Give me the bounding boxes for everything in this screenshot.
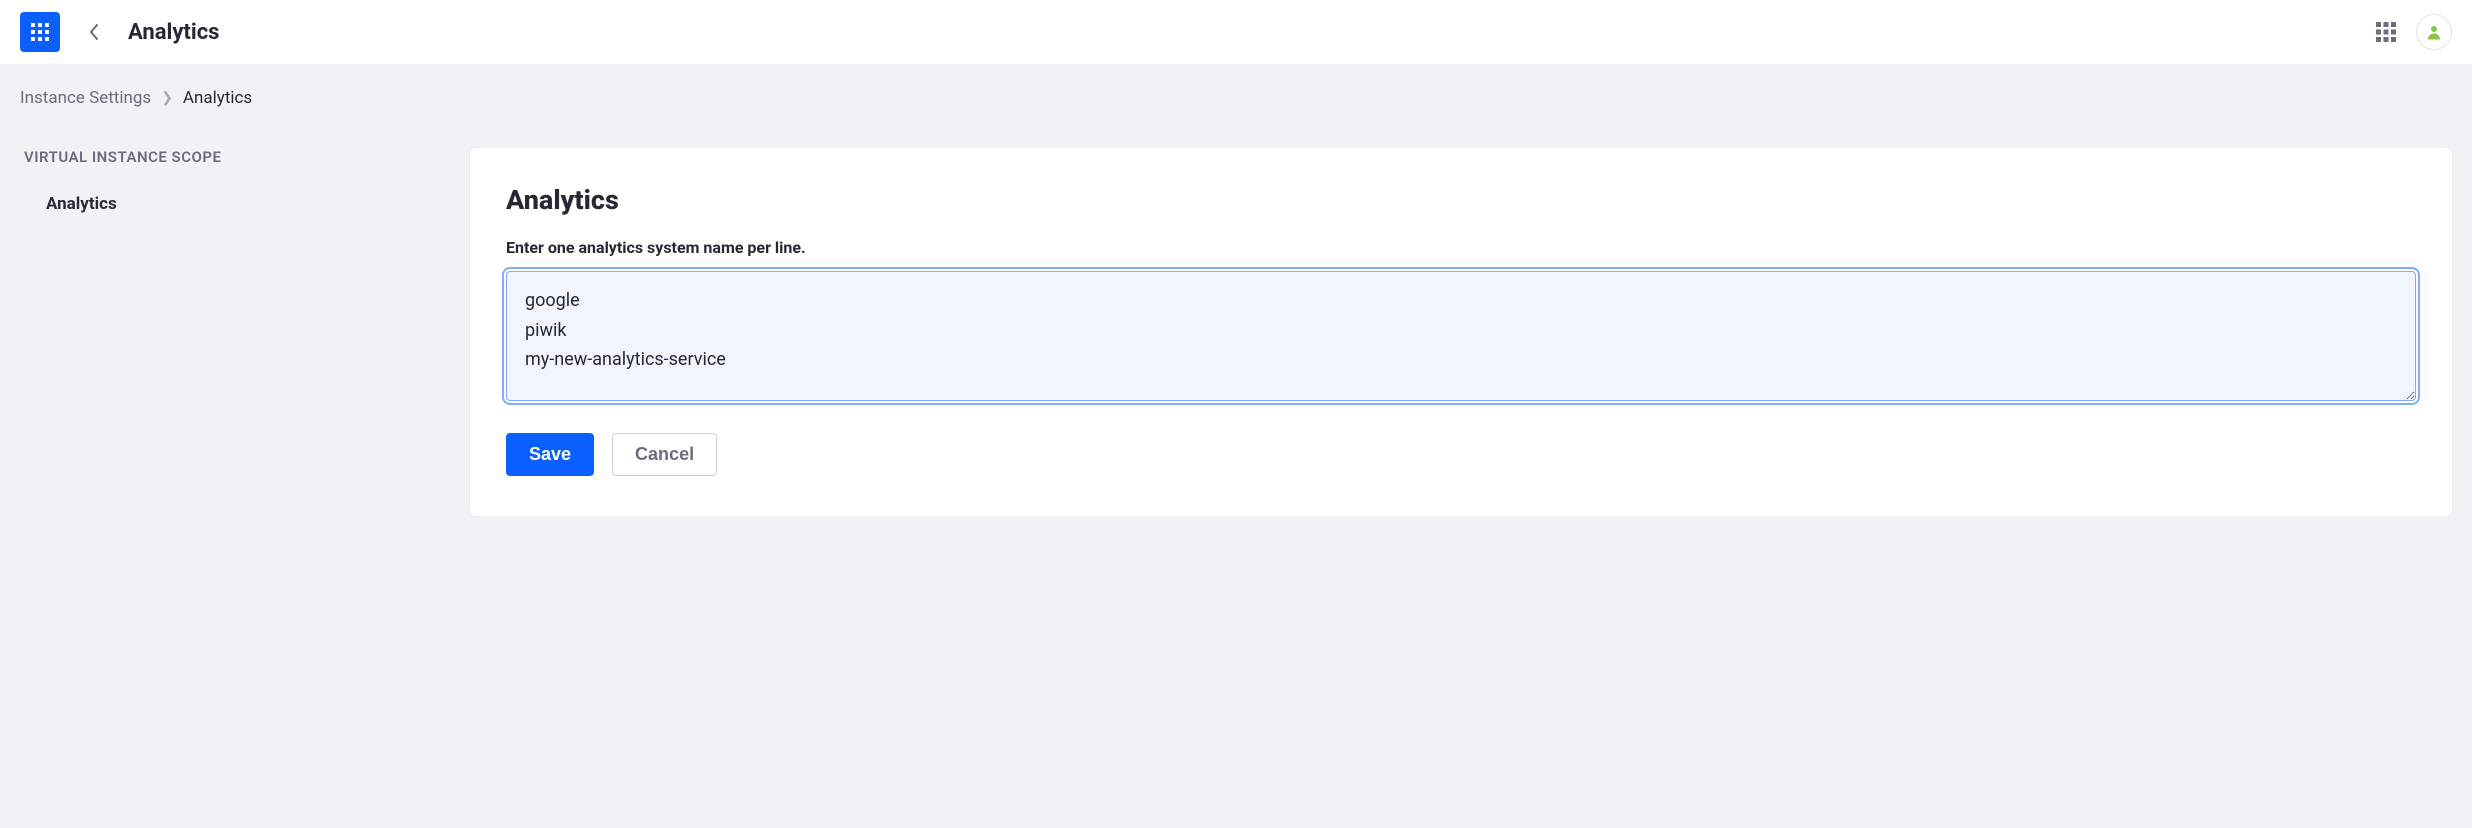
button-row: Save Cancel: [506, 433, 2416, 476]
sidebar: VIRTUAL INSTANCE SCOPE Analytics: [20, 148, 440, 214]
breadcrumb: Instance Settings ❯ Analytics: [20, 88, 2452, 108]
textarea-wrapper: [506, 271, 2416, 405]
apps-menu-button[interactable]: [2374, 20, 2398, 44]
sidebar-section-heading: VIRTUAL INSTANCE SCOPE: [24, 148, 440, 166]
breadcrumb-current: Analytics: [183, 88, 252, 108]
save-button[interactable]: Save: [506, 433, 594, 476]
topbar: Analytics: [0, 0, 2472, 64]
logo-grid-icon: [28, 20, 52, 44]
cancel-button[interactable]: Cancel: [612, 433, 717, 476]
apps-grid-icon: [2374, 20, 2398, 44]
chevron-right-icon: ❯: [161, 90, 173, 106]
topbar-right: [2374, 14, 2452, 50]
product-logo[interactable]: [20, 12, 60, 52]
content-area: Instance Settings ❯ Analytics VIRTUAL IN…: [0, 64, 2472, 556]
user-avatar-button[interactable]: [2416, 14, 2452, 50]
settings-card: Analytics Enter one analytics system nam…: [470, 148, 2452, 516]
sidebar-item-analytics[interactable]: Analytics: [24, 194, 440, 214]
user-icon: [2425, 23, 2443, 41]
topbar-left: Analytics: [20, 12, 219, 52]
chevron-left-icon: [89, 24, 99, 40]
main-layout: VIRTUAL INSTANCE SCOPE Analytics Analyti…: [20, 148, 2452, 516]
analytics-names-textarea[interactable]: [506, 271, 2416, 401]
card-title: Analytics: [506, 184, 2416, 216]
page-title: Analytics: [128, 20, 219, 45]
field-label: Enter one analytics system name per line…: [506, 238, 2416, 257]
back-button[interactable]: [80, 18, 108, 46]
breadcrumb-parent[interactable]: Instance Settings: [20, 88, 151, 108]
